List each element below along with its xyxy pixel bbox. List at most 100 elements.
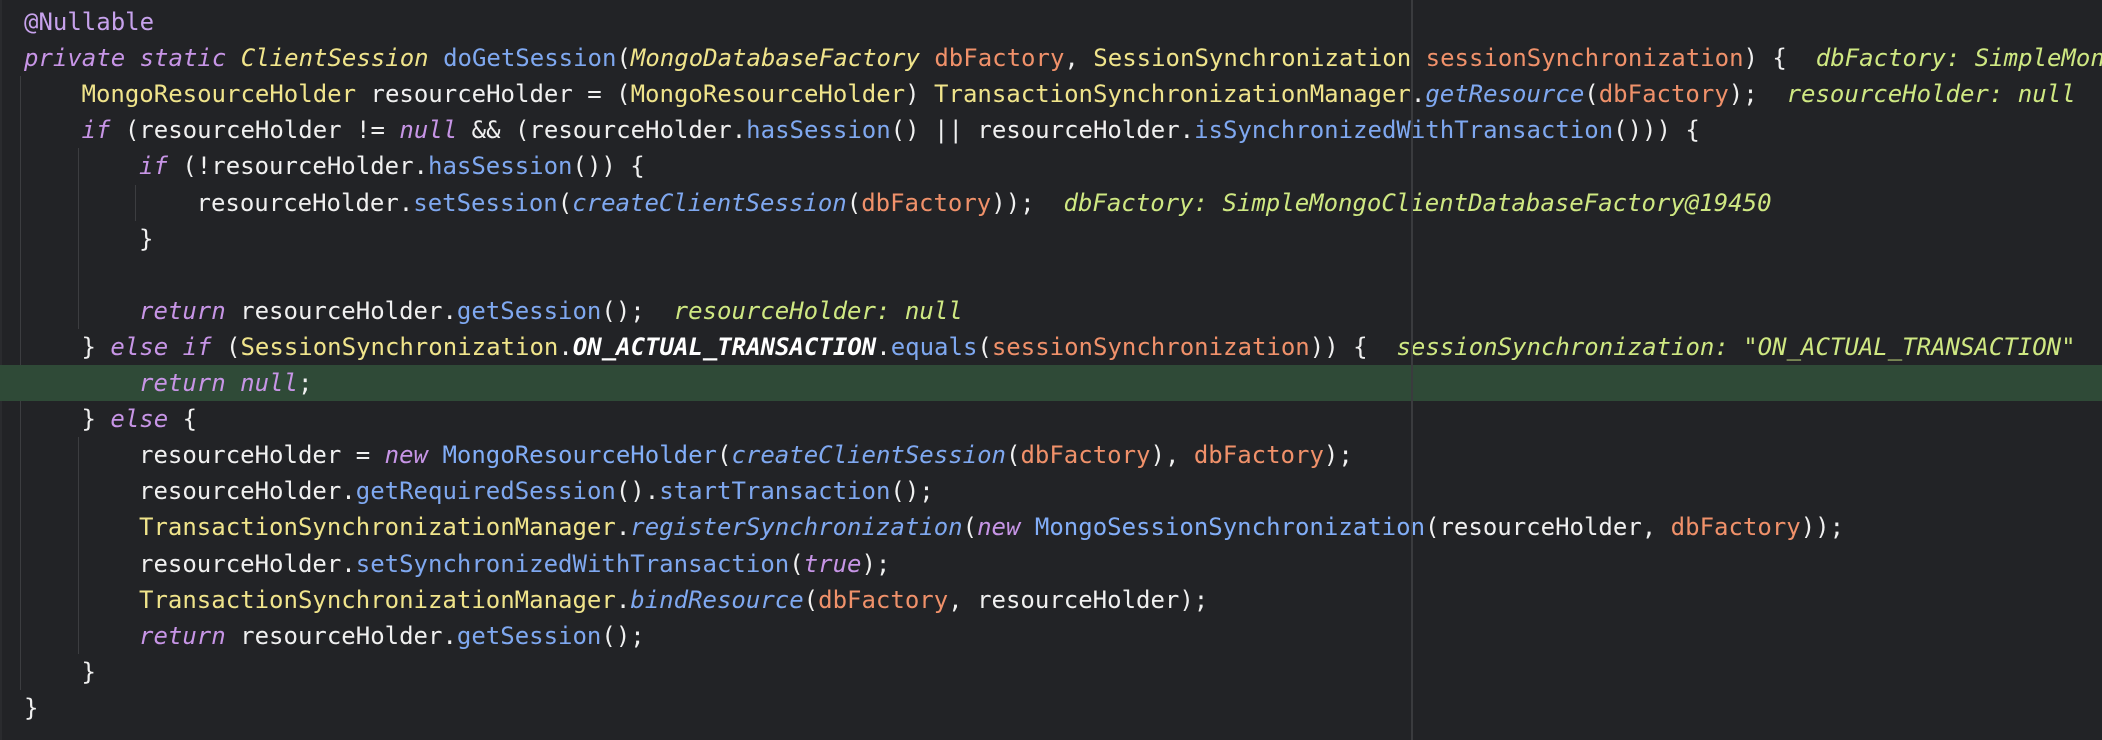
code-token: . [558,332,573,361]
code-token: ); [861,549,891,578]
code-editor[interactable]: @Nullable private static ClientSession do… [0,0,2102,740]
code-line[interactable]: return resourceHolder.getSession(); reso… [0,293,2102,329]
code-token: doGetSession [443,44,617,73]
code-token: MongoResourceHolder [81,80,357,109]
code-line-current[interactable]: return null; [0,365,2102,401]
code-token: hasSession [746,116,891,145]
right-margin-guide [1411,0,1413,740]
code-token: createClientSession [572,188,847,217]
code-token: dbFactory [861,188,992,217]
code-token: MongoDatabaseFactory [630,44,920,73]
code-token: dbFactory [1598,80,1729,109]
code-token: (); [890,477,934,506]
code-line[interactable]: resourceHolder.setSynchronizedWithTransa… [0,546,2102,582]
code-token: equals [890,332,978,361]
code-line[interactable]: TransactionSynchronizationManager.bindRe… [0,582,2102,618]
code-token: resourceHolder. [196,188,414,217]
code-line[interactable]: } [0,690,2102,726]
code-token: } [24,693,39,722]
code-token: SessionSynchronization [240,332,559,361]
code-line[interactable]: } else { [0,401,2102,437]
code-token: setSynchronizedWithTransaction [355,549,790,578]
code-line-content: return resourceHolder.getSession(); [139,618,645,654]
code-token: resourceHolder. [139,477,356,506]
code-token: ( [211,332,241,361]
code-token: ON_ACTUAL_TRANSACTION [572,332,877,361]
code-token: return [139,296,226,325]
code-token: ClientSession [240,44,429,73]
code-line[interactable]: if (!resourceHolder.hasSession()) { [0,148,2102,184]
code-token: . [615,585,631,614]
code-token: hasSession [428,152,573,181]
code-token: () || resourceHolder. [890,116,1195,145]
code-token: private [24,44,126,73]
code-token: ( [1584,80,1599,109]
code-line-content: TransactionSynchronizationManager.regist… [139,509,1844,545]
code-line[interactable]: } [0,654,2102,690]
code-line[interactable]: resourceHolder.setSession(createClientSe… [0,185,2102,221]
inlay-hint: sessionSynchronization: "ON_ACTUAL_TRANS… [1396,332,2076,361]
code-line-content: } [82,654,96,690]
code-line-content: } [24,690,38,726]
code-line[interactable]: MongoResourceHolder resourceHolder = (Mo… [0,76,2102,112]
code-line[interactable]: resourceHolder = new MongoResourceHolder… [0,437,2102,473]
code-token: ( [616,44,631,73]
code-token: new [384,441,428,470]
code-token: ()) { [572,152,645,181]
code-token: } [81,332,111,361]
code-token: sessionSynchronization [991,332,1310,361]
code-token: resourceHolder = ( [356,80,631,109]
code-token: return [139,369,226,397]
code-line[interactable]: resourceHolder.getRequiredSession().star… [0,473,2102,509]
code-token: registerSynchronization [630,513,963,542]
code-token: sessionSynchronization [1425,44,1744,73]
code-token: dbFactory [934,44,1065,73]
code-token: setSession [413,188,558,217]
code-token: . [876,332,891,361]
code-token: static [139,44,227,73]
code-token: ); [1323,441,1353,470]
code-token: ); [1728,80,1787,109]
code-token: )); [1800,513,1845,542]
code-line-content: private static ClientSession doGetSessio… [24,40,2102,76]
code-token: } [81,405,111,434]
code-line-content: resourceHolder.getRequiredSession().star… [139,473,934,509]
code-line[interactable]: @Nullable [0,4,2102,40]
code-line[interactable]: private static ClientSession doGetSessio… [0,40,2102,76]
code-token: null [240,369,298,397]
code-line-content: resourceHolder = new MongoResourceHolder… [139,437,1353,473]
code-line[interactable]: } else if (SessionSynchronization.ON_ACT… [0,329,2102,365]
code-token: )) { [1309,332,1397,361]
code-line[interactable]: } [0,221,2102,257]
code-token: startTransaction [659,477,891,506]
code-line[interactable] [0,257,2102,293]
code-token: (); [601,296,674,325]
code-line[interactable]: TransactionSynchronizationManager.regist… [0,509,2102,545]
code-token: MongoResourceHolder [630,80,906,109]
inlay-hint: dbFactory: SimpleMongoClientDatabaseFact… [1063,188,1772,217]
code-line[interactable]: return resourceHolder.getSession(); [0,618,2102,654]
code-line[interactable]: if (resourceHolder != null && (resourceH… [0,112,2102,148]
code-token: @Nullable [24,8,155,36]
code-token: ( [846,188,862,217]
code-token: if [139,152,168,181]
code-token: , [1064,44,1094,73]
code-token: resourceHolder. [139,549,356,578]
code-token: null [399,116,458,145]
code-token: bindResource [630,585,804,614]
code-token: ())) { [1613,116,1700,145]
code-token: createClientSession [731,441,1006,470]
code-token: isSynchronizedWithTransaction [1194,116,1614,145]
code-token: ( [557,188,573,217]
code-token: (). [615,477,660,506]
code-token: } [139,224,154,253]
inlay-hint: resourceHolder: null [673,296,963,325]
code-token: . [615,513,631,542]
code-token: ( [717,441,732,470]
code-token: (!resourceHolder. [167,152,428,181]
code-token: MongoResourceHolder [442,441,717,470]
